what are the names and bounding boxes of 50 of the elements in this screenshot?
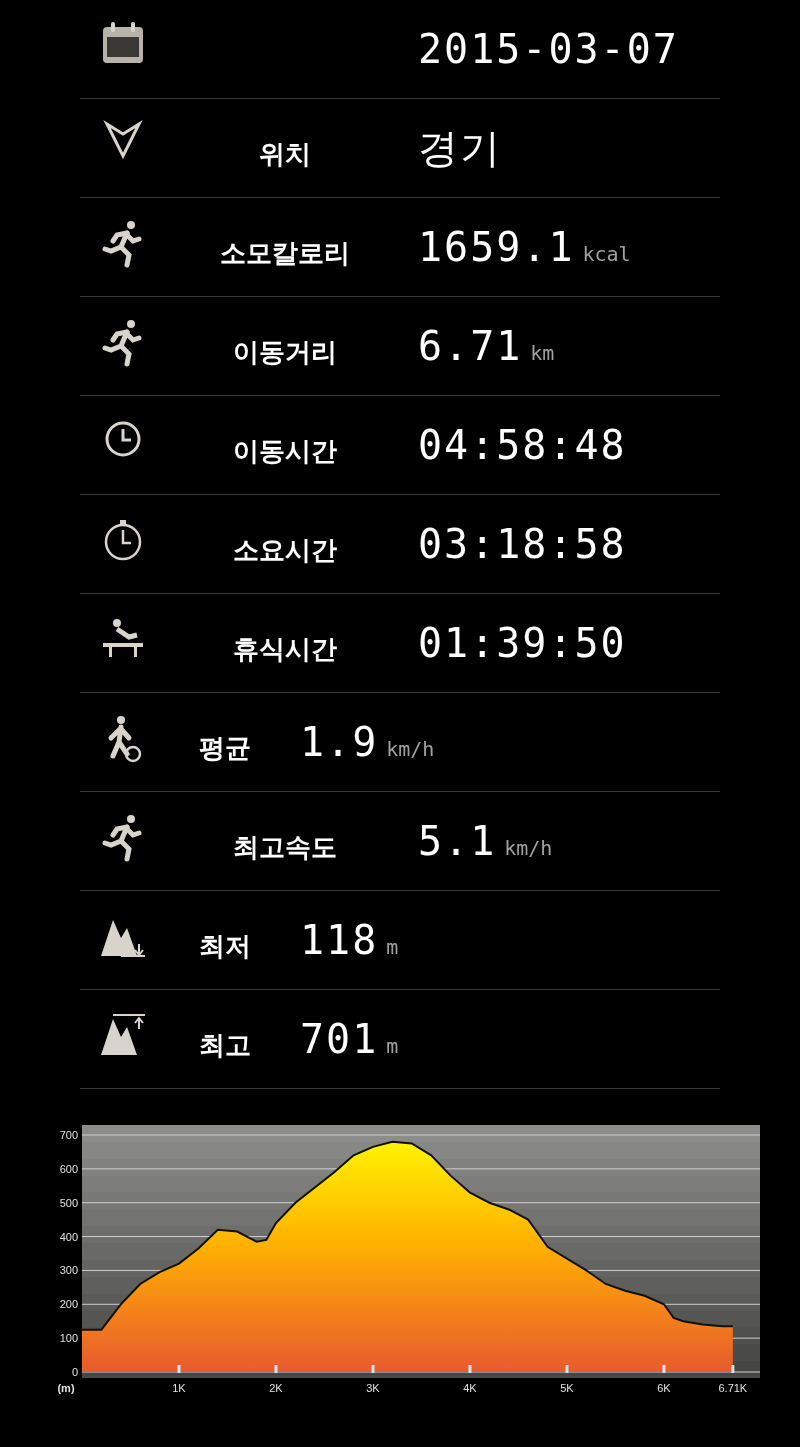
tick-mark [731, 1365, 735, 1373]
y-tick-label: 500 [59, 1196, 78, 1209]
tick-mark [468, 1365, 472, 1373]
stat-value: 경기 [418, 124, 502, 173]
stat-label: 이동거리 [233, 335, 337, 369]
unit-label: km/h [386, 736, 435, 763]
unit-label: km/h [504, 835, 553, 862]
stat-value: 01:39:50 [418, 619, 627, 668]
unit-label: kcal [582, 241, 631, 268]
stat-value: 03:18:58 [418, 520, 627, 569]
stat-label: 위치 [259, 137, 311, 171]
y-tick-label: 300 [59, 1264, 78, 1277]
stat-value: 1.9 [300, 718, 379, 767]
stat-label: 최저 [199, 929, 251, 963]
y-tick-label: 200 [59, 1298, 78, 1311]
stat-label: 최고속도 [233, 830, 337, 864]
tick-mark [662, 1365, 666, 1373]
unit-label: km [530, 340, 555, 367]
stat-value: 118 [300, 916, 379, 965]
stat-value: 6.71 [418, 322, 523, 371]
x-tick-label: 6.71K [718, 1382, 748, 1394]
tick-mark [177, 1365, 181, 1373]
tick-mark [371, 1365, 375, 1373]
stat-label: 소모칼로리 [220, 236, 350, 270]
y-tick-label: 100 [59, 1332, 78, 1345]
stat-label: 최고 [199, 1028, 251, 1062]
stat-value: 1659.1 [418, 223, 575, 272]
stat-value: 2015-03-07 [418, 25, 679, 74]
x-tick-label: 4K [463, 1382, 477, 1394]
stat-value: 5.1 [418, 817, 497, 866]
y-tick-label: 600 [59, 1162, 78, 1175]
unit-label: m [386, 1033, 399, 1060]
x-tick-label: 2K [269, 1382, 283, 1394]
axis-unit-label: (m) [57, 1382, 75, 1394]
unit-label: m [386, 934, 399, 961]
tick-mark [274, 1365, 278, 1373]
stat-label: 휴식시간 [233, 632, 337, 666]
stat-value: 701 [300, 1015, 379, 1064]
x-tick-label: 1K [172, 1382, 186, 1394]
y-tick-label: 400 [59, 1230, 78, 1243]
y-tick-label: 0 [71, 1366, 78, 1378]
x-tick-label: 5K [560, 1382, 574, 1394]
tick-mark [565, 1365, 569, 1373]
stat-label: 소요시간 [233, 533, 337, 567]
x-tick-label: 3K [366, 1382, 380, 1394]
stat-label: 평균 [199, 731, 251, 765]
y-tick-label: 700 [59, 1129, 78, 1141]
stat-value: 04:58:48 [418, 421, 627, 470]
stat-label: 이동시간 [233, 434, 337, 468]
x-tick-label: 6K [657, 1382, 671, 1394]
